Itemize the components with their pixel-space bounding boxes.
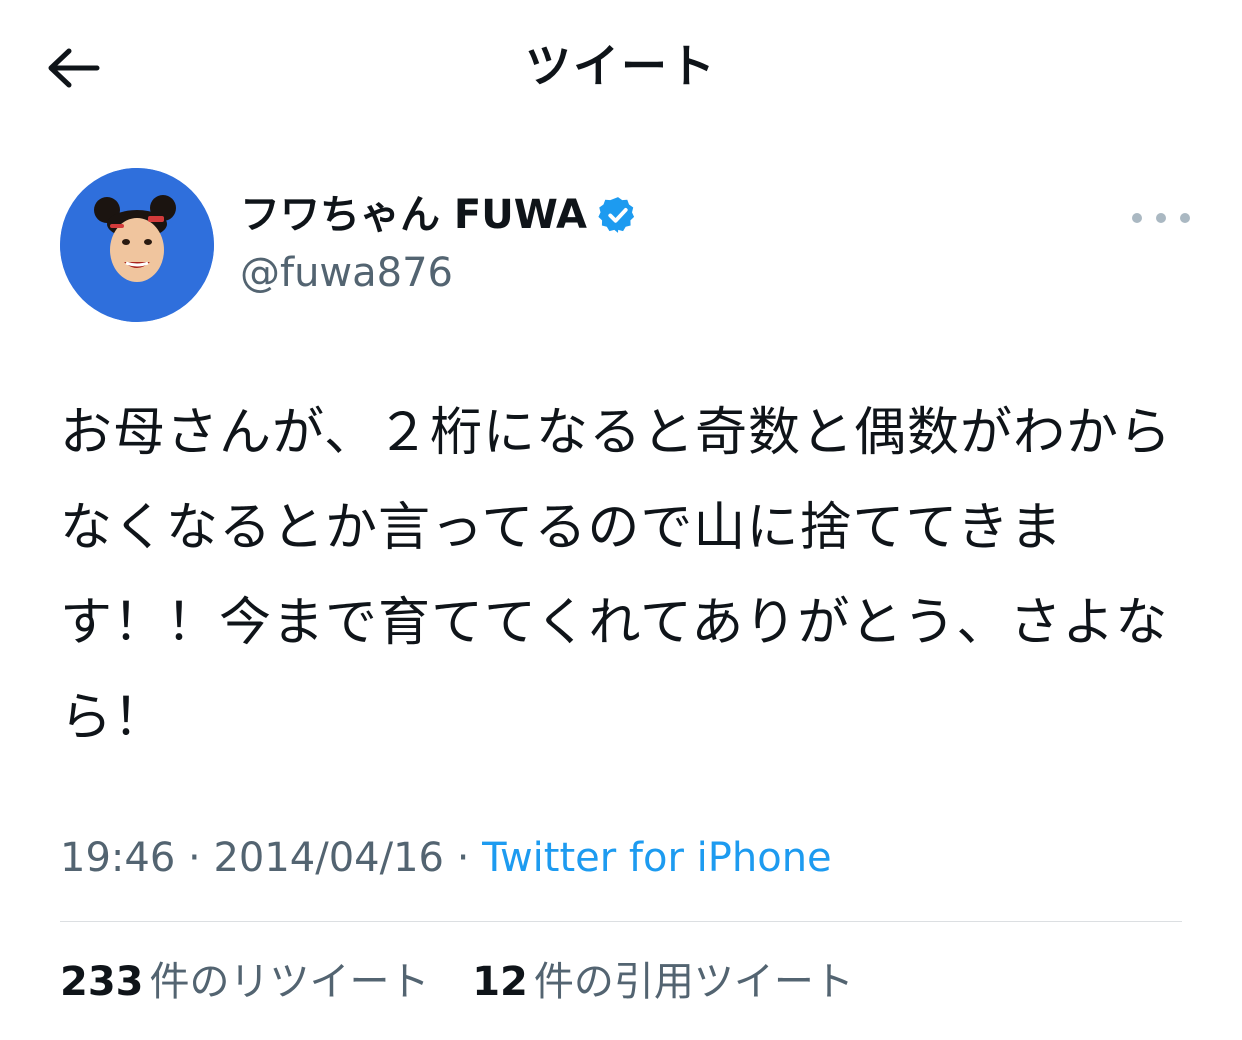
quotes-stat[interactable]: 12 件の引用ツイート xyxy=(472,952,854,1012)
retweet-count: 233 xyxy=(60,959,144,1005)
tweet-date[interactable]: 2014/04/16 xyxy=(213,835,444,881)
quote-label: 件の引用ツイート xyxy=(533,959,854,1005)
display-name[interactable]: フワちゃん FUWA xyxy=(240,190,639,240)
divider xyxy=(60,921,1182,922)
retweet-label: 件のリツイート xyxy=(149,959,430,1005)
user-handle[interactable]: @fuwa876 xyxy=(240,248,453,298)
avatar[interactable] xyxy=(60,168,214,322)
tweet-body: お母さんが、２桁になると奇数と偶数がわからなくなるとか言ってるので山に捨ててきま… xyxy=(60,403,1172,748)
page-title: ツイート xyxy=(525,39,717,93)
tweet-author: フワちゃん FUWA @fuwa876 xyxy=(60,168,1190,328)
tweet-time[interactable]: 19:46 xyxy=(60,835,175,881)
top-bar: ツイート xyxy=(0,0,1242,135)
tweet-meta: 19:46 · 2014/04/16 · Twitter for iPhone xyxy=(60,828,832,888)
more-dot-icon xyxy=(1132,213,1142,223)
verified-badge-icon xyxy=(598,197,635,233)
meta-separator: · xyxy=(188,835,201,881)
meta-separator: · xyxy=(456,835,470,881)
retweets-stat[interactable]: 233 件のリツイート xyxy=(60,952,430,1012)
more-options-button[interactable] xyxy=(1132,200,1190,236)
display-name-text: フワちゃん FUWA xyxy=(240,192,588,238)
avatar-face-icon xyxy=(60,168,214,322)
quote-count: 12 xyxy=(472,959,528,1005)
tweet-stats: 233 件のリツイート 12 件の引用ツイート xyxy=(60,952,884,1012)
more-dot-icon xyxy=(1180,213,1190,223)
more-dot-icon xyxy=(1156,213,1166,223)
tweet-source-link[interactable]: Twitter for iPhone xyxy=(482,835,832,881)
